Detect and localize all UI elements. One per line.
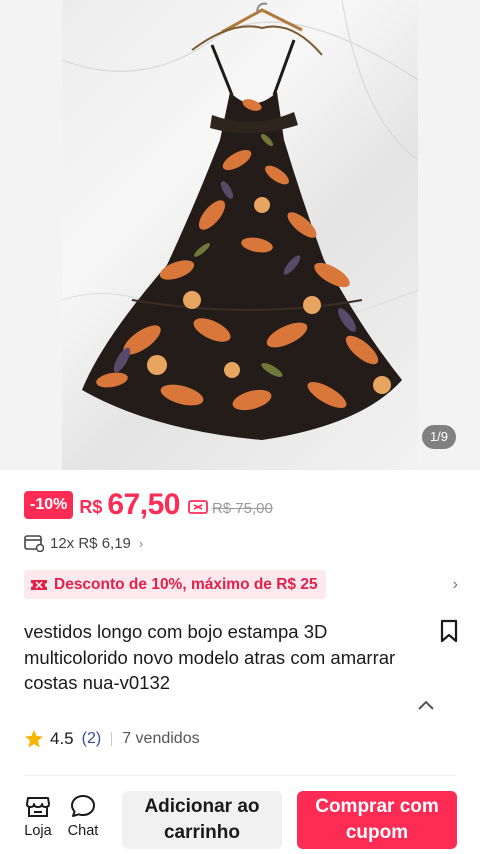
- dress-illustration: [62, 0, 418, 440]
- divider: [24, 775, 456, 776]
- installments-text: 12x R$ 6,19: [50, 534, 131, 552]
- installments-chevron-icon: ›: [138, 535, 144, 551]
- promo-chevron-icon[interactable]: ›: [453, 576, 458, 594]
- discount-badge: -10%: [24, 491, 74, 519]
- promo-icon: [31, 579, 47, 590]
- add-to-cart-button[interactable]: Adicionar ao carrinho: [122, 791, 282, 849]
- price-currency: R$: [79, 496, 103, 517]
- rating-score: 4.5: [50, 729, 74, 748]
- original-price: R$ 75,00: [211, 499, 273, 517]
- sold-count: 7 vendidos: [122, 730, 200, 747]
- installments-row[interactable]: 12x R$ 6,19 ›: [24, 532, 143, 554]
- chat-label: Chat: [67, 823, 99, 839]
- review-count[interactable]: (2): [82, 730, 102, 748]
- chevron-up-icon[interactable]: [416, 698, 436, 712]
- bottom-action-bar: Loja Chat Adicionar ao carrinho Comprar …: [0, 780, 480, 854]
- image-counter: 1/9: [422, 425, 456, 449]
- current-price: 67,50: [107, 488, 180, 521]
- product-title: vestidos longo com bojo estampa 3D multi…: [24, 621, 396, 693]
- buy-with-coupon-button[interactable]: Comprar com cupom: [297, 791, 457, 849]
- store-icon: [26, 797, 50, 817]
- rating-row[interactable]: 4.5 (2) 7 vendidos: [24, 727, 200, 751]
- card-icon: [24, 535, 44, 552]
- chat-icon: [71, 795, 95, 817]
- product-image-gallery[interactable]: 1/9: [0, 0, 480, 470]
- store-button[interactable]: Loja: [18, 794, 58, 839]
- promo-text: Desconto de 10%, máximo de R$ 25: [54, 575, 318, 593]
- rating-separator: [111, 732, 113, 746]
- coupon-icon: [188, 500, 208, 514]
- product-image[interactable]: [62, 0, 418, 470]
- bookmark-icon[interactable]: [438, 619, 460, 643]
- store-label: Loja: [24, 823, 52, 839]
- promo-banner[interactable]: Desconto de 10%, máximo de R$ 25: [24, 570, 326, 599]
- star-icon: [25, 730, 43, 748]
- chat-button[interactable]: Chat: [63, 794, 103, 839]
- price-row: -10% R$ 67,50 R$ 75,00: [24, 488, 273, 522]
